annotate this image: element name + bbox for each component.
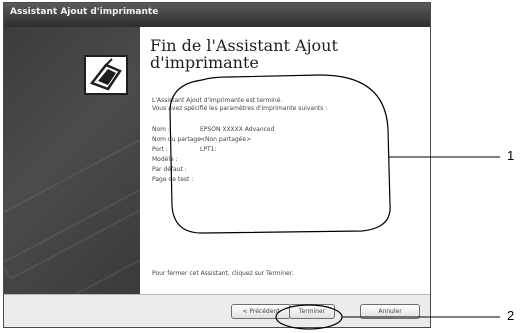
callout-circle-2 bbox=[275, 304, 343, 330]
callout-overlay bbox=[169, 74, 500, 330]
callout-circle-1 bbox=[169, 74, 391, 234]
callout-number-2: 2 bbox=[507, 308, 515, 323]
callout-number-1: 1 bbox=[507, 148, 515, 163]
